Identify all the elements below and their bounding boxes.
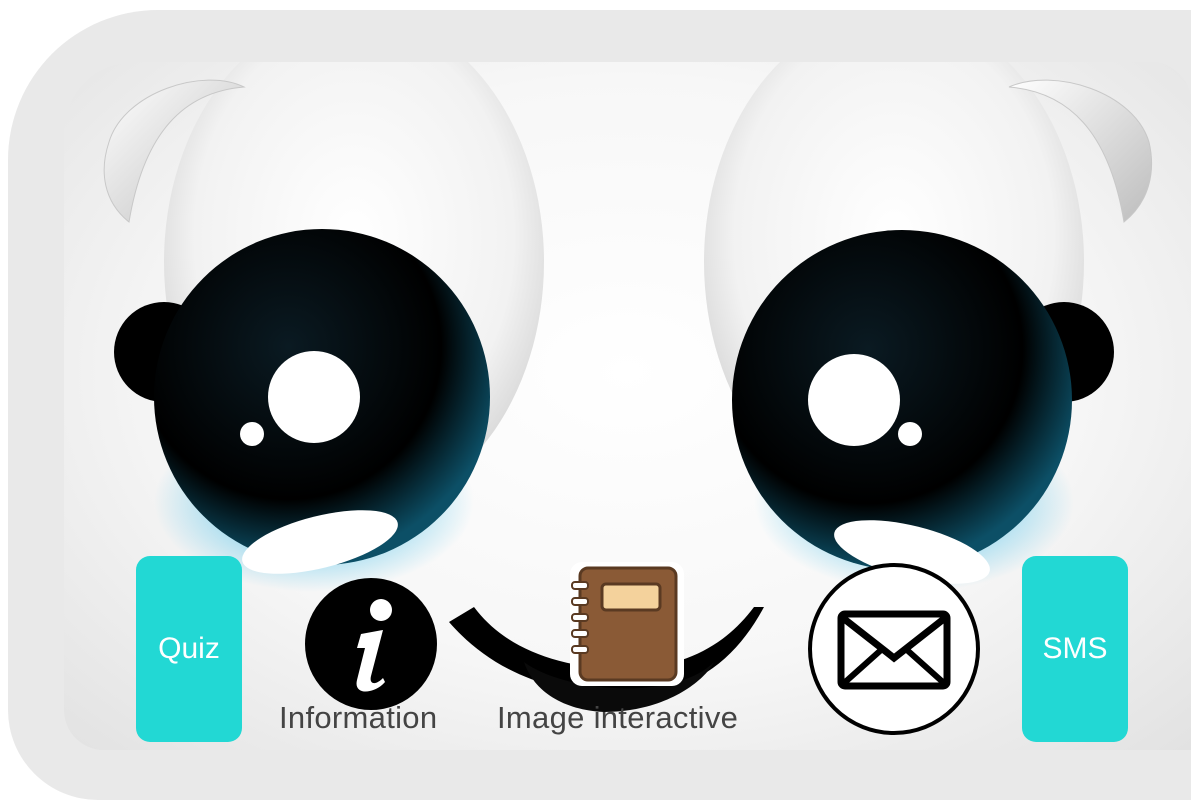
notebook-icon[interactable]: [568, 560, 686, 688]
right-eye-sparkle: [898, 422, 922, 446]
right-eye-highlight: [808, 354, 900, 446]
left-eye-sparkle: [240, 422, 264, 446]
information-icon[interactable]: [303, 576, 439, 712]
quiz-button-label: Quiz: [158, 632, 220, 665]
left-eye-highlight: [268, 351, 360, 443]
right-eye: [732, 230, 1072, 570]
sms-button-label: SMS: [1042, 632, 1108, 665]
image-interactive-label[interactable]: Image interactive: [497, 700, 738, 736]
envelope-icon[interactable]: [807, 562, 981, 736]
information-label[interactable]: Information: [279, 700, 437, 736]
quiz-button[interactable]: Quiz: [136, 556, 242, 742]
sms-button[interactable]: SMS: [1022, 556, 1128, 742]
